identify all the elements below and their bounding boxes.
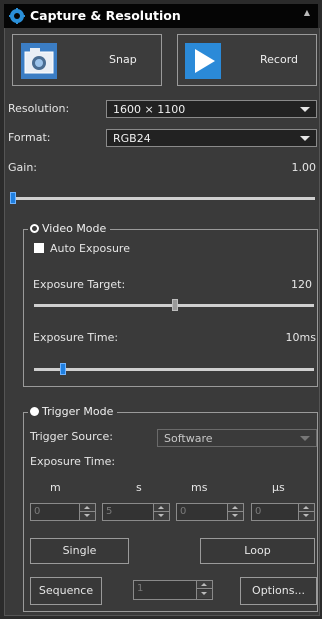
stepper-up-icon[interactable] — [80, 504, 95, 512]
panel-title: Capture & Resolution — [30, 8, 181, 23]
stepper-up-icon[interactable] — [197, 581, 212, 589]
radio-icon — [30, 407, 39, 416]
chevron-down-icon — [300, 436, 310, 441]
trigger-source-value: Software — [164, 432, 213, 445]
trigger-mode-title: Trigger Mode — [42, 405, 114, 418]
gain-label: Gain: — [8, 161, 37, 174]
format-label: Format: — [8, 131, 51, 144]
record-label: Record — [260, 53, 299, 66]
milliseconds-stepper[interactable]: 0 — [176, 503, 244, 521]
stepper-up-icon[interactable] — [154, 504, 169, 512]
milliseconds-value: 0 — [180, 506, 187, 517]
chevron-down-icon — [300, 136, 310, 141]
seconds-value: 5 — [106, 506, 113, 517]
stepper-up-icon[interactable] — [228, 504, 243, 512]
unit-s: s — [136, 481, 142, 494]
record-button[interactable]: Record — [177, 34, 317, 86]
resolution-value: 1600 × 1100 — [113, 103, 186, 116]
chevron-down-icon — [300, 107, 310, 112]
exposure-time-value: 10ms — [285, 331, 316, 344]
sequence-count-stepper[interactable]: 1 — [133, 580, 213, 600]
auto-exposure-label: Auto Exposure — [50, 242, 130, 255]
stepper-down-icon[interactable] — [299, 512, 314, 520]
stepper-down-icon[interactable] — [80, 512, 95, 520]
loop-button[interactable]: Loop — [200, 538, 315, 564]
resolution-dropdown[interactable]: 1600 × 1100 — [106, 100, 317, 118]
unit-ms: ms — [191, 481, 208, 494]
minutes-stepper[interactable]: 0 — [30, 503, 96, 521]
trigger-mode-radio[interactable]: Trigger Mode — [28, 405, 118, 418]
trigger-source-label: Trigger Source: — [30, 430, 113, 443]
video-mode-radio[interactable]: Video Mode — [28, 222, 111, 235]
stepper-down-icon[interactable] — [197, 590, 212, 598]
exposure-target-thumb[interactable] — [172, 299, 178, 311]
exposure-time-track[interactable] — [34, 368, 314, 371]
sequence-button[interactable]: Sequence — [30, 577, 102, 605]
stepper-up-icon[interactable] — [299, 504, 314, 512]
format-dropdown[interactable]: RGB24 — [106, 129, 317, 147]
resolution-label: Resolution: — [8, 102, 70, 115]
options-button[interactable]: Options... — [240, 577, 317, 605]
snap-button[interactable]: Snap — [12, 34, 162, 86]
radio-icon — [30, 224, 39, 233]
gear-icon — [9, 8, 25, 24]
gain-slider-track[interactable] — [10, 197, 315, 200]
auto-exposure-checkbox[interactable] — [34, 243, 44, 253]
panel-title-bar[interactable]: Capture & Resolution ▲ — [4, 4, 318, 29]
exposure-time-label: Exposure Time: — [33, 331, 119, 344]
gain-slider-thumb[interactable] — [10, 192, 16, 204]
sequence-count-value: 1 — [137, 583, 144, 594]
stepper-down-icon[interactable] — [228, 512, 243, 520]
exposure-target-value: 120 — [291, 278, 312, 291]
exposure-target-label: Exposure Target: — [33, 278, 126, 291]
video-mode-title: Video Mode — [42, 222, 107, 235]
gain-value: 1.00 — [291, 161, 317, 174]
unit-m: m — [50, 481, 61, 494]
microseconds-stepper[interactable]: 0 — [251, 503, 315, 521]
exposure-time-thumb[interactable] — [60, 363, 66, 375]
trigger-source-dropdown[interactable]: Software — [157, 429, 317, 447]
trigger-exposure-time-label: Exposure Time: — [30, 455, 116, 468]
microseconds-value: 0 — [255, 506, 262, 517]
play-icon — [185, 43, 221, 79]
single-button[interactable]: Single — [30, 538, 129, 564]
unit-us: µs — [272, 481, 285, 494]
format-value: RGB24 — [113, 132, 151, 145]
seconds-stepper[interactable]: 5 — [102, 503, 170, 521]
minutes-value: 0 — [34, 506, 41, 517]
stepper-down-icon[interactable] — [154, 512, 169, 520]
collapse-icon[interactable]: ▲ — [304, 8, 310, 17]
snap-label: Snap — [109, 53, 137, 66]
camera-icon — [21, 43, 57, 79]
